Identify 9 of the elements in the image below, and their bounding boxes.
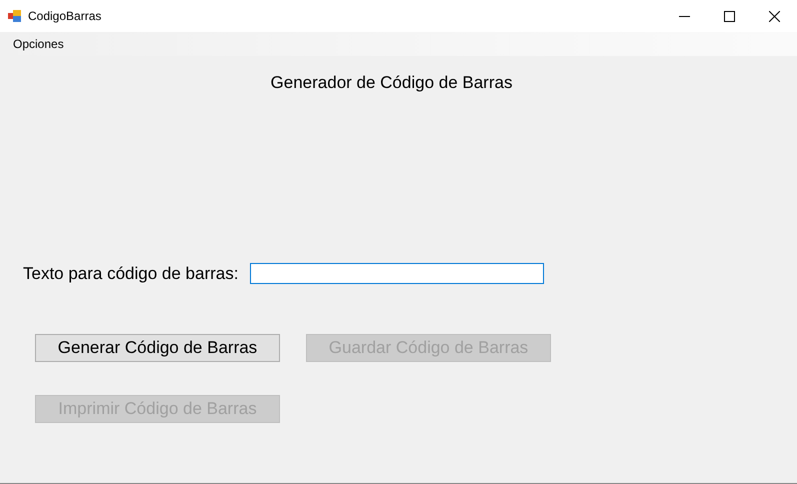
menu-item[interactable]: Opciones (6, 35, 71, 53)
app-icon (8, 10, 21, 22)
form-heading: Generador de Código de Barras (270, 73, 514, 93)
maximize-icon (724, 10, 735, 22)
action-button[interactable]: Generar Código de Barras (35, 334, 280, 362)
window-title: CodigoBarras (28, 9, 102, 23)
close-icon (769, 10, 780, 22)
field-label: Texto para código de barras: (23, 264, 238, 284)
input-field[interactable] (250, 263, 544, 284)
